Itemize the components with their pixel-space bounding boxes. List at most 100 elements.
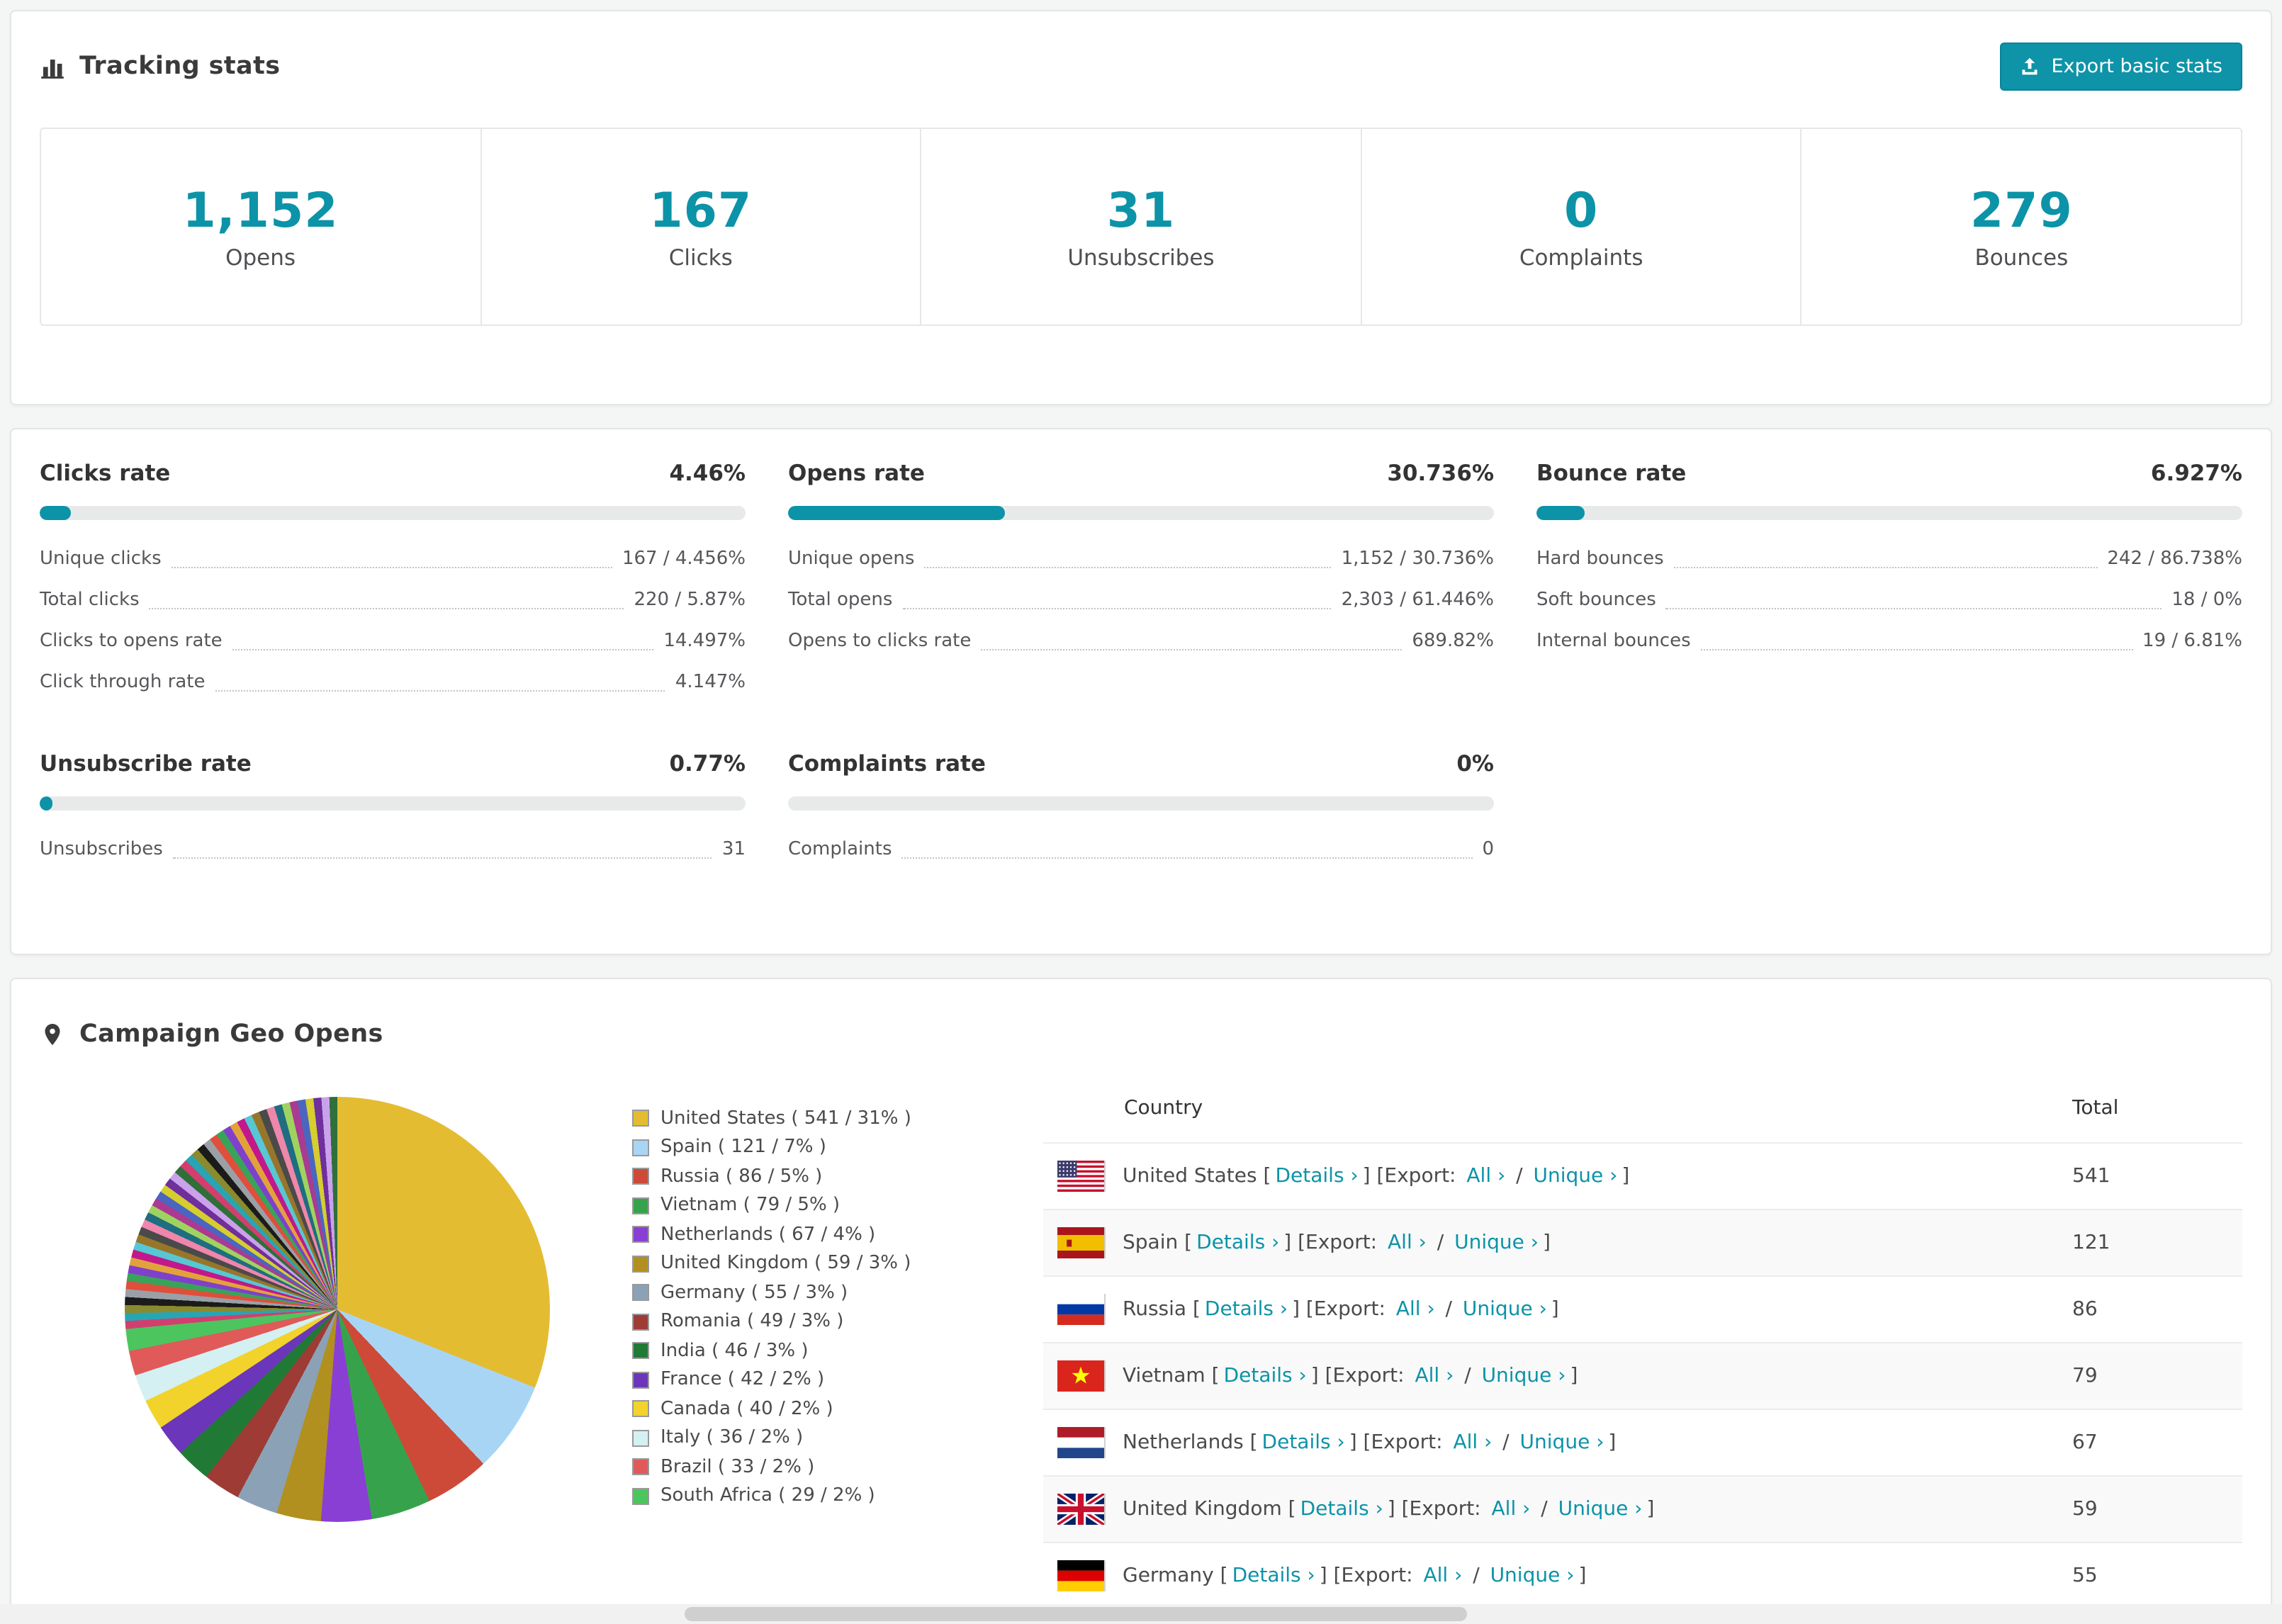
legend-item[interactable]: Canada ( 40 / 2% ): [632, 1394, 955, 1423]
rate-title: Bounce rate: [1536, 461, 1687, 486]
details-link[interactable]: Details ›: [1205, 1298, 1288, 1321]
details-link[interactable]: Details ›: [1232, 1564, 1315, 1587]
legend-item[interactable]: Vietnam ( 79 / 5% ): [632, 1191, 955, 1220]
details-link[interactable]: Details ›: [1275, 1165, 1358, 1188]
progress-bar: [40, 506, 746, 520]
export-all-link[interactable]: All ›: [1396, 1298, 1435, 1321]
stat-row: Internal bounces 19 / 6.81%: [1536, 621, 2242, 662]
details-link[interactable]: Details ›: [1300, 1498, 1383, 1521]
legend-swatch: [632, 1342, 649, 1360]
legend-item[interactable]: Germany ( 55 / 3% ): [632, 1278, 955, 1307]
legend-item[interactable]: Spain ( 121 / 7% ): [632, 1133, 955, 1162]
export-all-link[interactable]: All ›: [1492, 1498, 1531, 1521]
stat-row-value: 0: [1482, 839, 1494, 860]
legend-swatch: [632, 1429, 649, 1447]
legend-label: Canada ( 40 / 2% ): [661, 1398, 833, 1420]
stat-row-value: 2,303 / 61.446%: [1341, 590, 1494, 611]
export-unique-link[interactable]: Unique ›: [1454, 1231, 1539, 1254]
stat-row: Total opens 2,303 / 61.446%: [788, 580, 1494, 621]
country-name: Russia: [1123, 1298, 1187, 1321]
stat-value: 279: [1969, 183, 2073, 239]
rate-rows: Hard bounces 242 / 86.738% Soft bounces 18 …: [1536, 538, 2242, 662]
stat-row-value: 689.82%: [1412, 631, 1494, 652]
legend-swatch: [632, 1139, 649, 1156]
bracket: [: [1186, 1298, 1201, 1321]
dotted-leader: [149, 608, 624, 609]
export-basic-stats-button[interactable]: Export basic stats: [2000, 43, 2242, 91]
legend-item[interactable]: United States ( 541 / 31% ): [632, 1104, 955, 1133]
legend-item[interactable]: South Africa ( 29 / 2% ): [632, 1482, 955, 1511]
stat-row-value: 167 / 4.456%: [622, 548, 746, 570]
geo-table: Country Total United States [Details ›] …: [1043, 1073, 2242, 1608]
stat-row: Unique opens 1,152 / 30.736%: [788, 538, 1494, 580]
legend-item[interactable]: Brazil ( 33 / 2% ): [632, 1453, 955, 1482]
dotted-leader: [1673, 567, 2098, 568]
geo-pie-chart[interactable]: [125, 1097, 550, 1522]
bracket: [: [1205, 1365, 1220, 1387]
progress-bar: [788, 796, 1494, 811]
legend-item[interactable]: France ( 42 / 2% ): [632, 1365, 955, 1394]
table-row: Netherlands [Details ›] [Export: All › /…: [1043, 1409, 2242, 1475]
details-link[interactable]: Details ›: [1196, 1231, 1279, 1254]
stat-row-value: 4.147%: [675, 672, 746, 693]
legend-item[interactable]: Italy ( 36 / 2% ): [632, 1423, 955, 1453]
flag-vn-icon: [1057, 1360, 1104, 1392]
export-all-link[interactable]: All ›: [1388, 1231, 1427, 1254]
separator: /: [1496, 1431, 1516, 1454]
separator: /: [1430, 1231, 1451, 1254]
rate-rows: Unsubscribes 31: [40, 829, 746, 870]
legend-swatch: [632, 1458, 649, 1476]
export-all-link[interactable]: All ›: [1424, 1564, 1463, 1587]
stat-value: 0: [1563, 183, 1599, 239]
bracket: ]: [1578, 1564, 1587, 1587]
country-name: Spain: [1123, 1231, 1179, 1254]
legend-item[interactable]: India ( 46 / 3% ): [632, 1336, 955, 1365]
stat-row-label: Opens to clicks rate: [788, 631, 972, 652]
export-unique-link[interactable]: Unique ›: [1463, 1298, 1547, 1321]
export-unique-link[interactable]: Unique ›: [1482, 1365, 1566, 1387]
total-cell: 121: [2072, 1231, 2110, 1254]
page-title: Tracking stats: [79, 52, 281, 81]
details-link[interactable]: Details ›: [1262, 1431, 1345, 1454]
legend-item[interactable]: Russia ( 86 / 5% ): [632, 1162, 955, 1191]
rates-card: Clicks rate 4.46% Unique clicks 167 / 4.4…: [10, 428, 2272, 955]
stat-label: Complaints: [1519, 245, 1643, 271]
country-cell: Netherlands [Details ›] [Export: All › /…: [1057, 1427, 2072, 1458]
flag-nl-icon: [1057, 1427, 1104, 1458]
export-all-link[interactable]: All ›: [1453, 1431, 1492, 1454]
bracket: [: [1178, 1231, 1193, 1254]
export-all-link[interactable]: All ›: [1415, 1365, 1454, 1387]
legend-item[interactable]: United Kingdom ( 59 / 3% ): [632, 1249, 955, 1278]
export-all-link[interactable]: All ›: [1466, 1165, 1505, 1188]
horizontal-scrollbar[interactable]: [0, 1604, 2282, 1624]
dotted-leader: [215, 690, 665, 692]
total-cell: 86: [2072, 1298, 2098, 1321]
stat-row-label: Unsubscribes: [40, 839, 163, 860]
details-link[interactable]: Details ›: [1224, 1365, 1307, 1387]
scrollbar-thumb[interactable]: [685, 1607, 1468, 1621]
stat-bounces: 279 Bounces: [1802, 129, 2241, 325]
export-unique-link[interactable]: Unique ›: [1558, 1498, 1643, 1521]
dotted-leader: [1700, 649, 2133, 650]
separator: /: [1466, 1564, 1486, 1587]
legend-swatch: [632, 1284, 649, 1302]
export-unique-link[interactable]: Unique ›: [1533, 1165, 1617, 1188]
bracket: ] [Export:: [1292, 1298, 1392, 1321]
stat-unsubscribes: 31 Unsubscribes: [921, 129, 1362, 325]
bracket: ]: [1551, 1298, 1559, 1321]
separator: /: [1510, 1165, 1529, 1188]
country-cell: Germany [Details ›] [Export: All › / Uni…: [1057, 1560, 2072, 1591]
stat-row: Complaints 0: [788, 829, 1494, 870]
export-unique-link[interactable]: Unique ›: [1520, 1431, 1604, 1454]
total-column-header: Total: [2072, 1097, 2119, 1120]
stat-row-label: Unique opens: [788, 548, 915, 570]
geo-opens-card: Campaign Geo Opens United States ( 541 /…: [10, 978, 2272, 1610]
stat-complaints: 0 Complaints: [1362, 129, 1802, 325]
country-cell: United Kingdom [Details ›] [Export: All …: [1057, 1494, 2072, 1525]
stat-row: Unsubscribes 31: [40, 829, 746, 870]
legend-item[interactable]: Netherlands ( 67 / 4% ): [632, 1220, 955, 1249]
legend-swatch: [632, 1110, 649, 1127]
legend-item[interactable]: Romania ( 49 / 3% ): [632, 1307, 955, 1336]
export-unique-link[interactable]: Unique ›: [1490, 1564, 1575, 1587]
legend-label: United Kingdom ( 59 / 3% ): [661, 1253, 911, 1275]
